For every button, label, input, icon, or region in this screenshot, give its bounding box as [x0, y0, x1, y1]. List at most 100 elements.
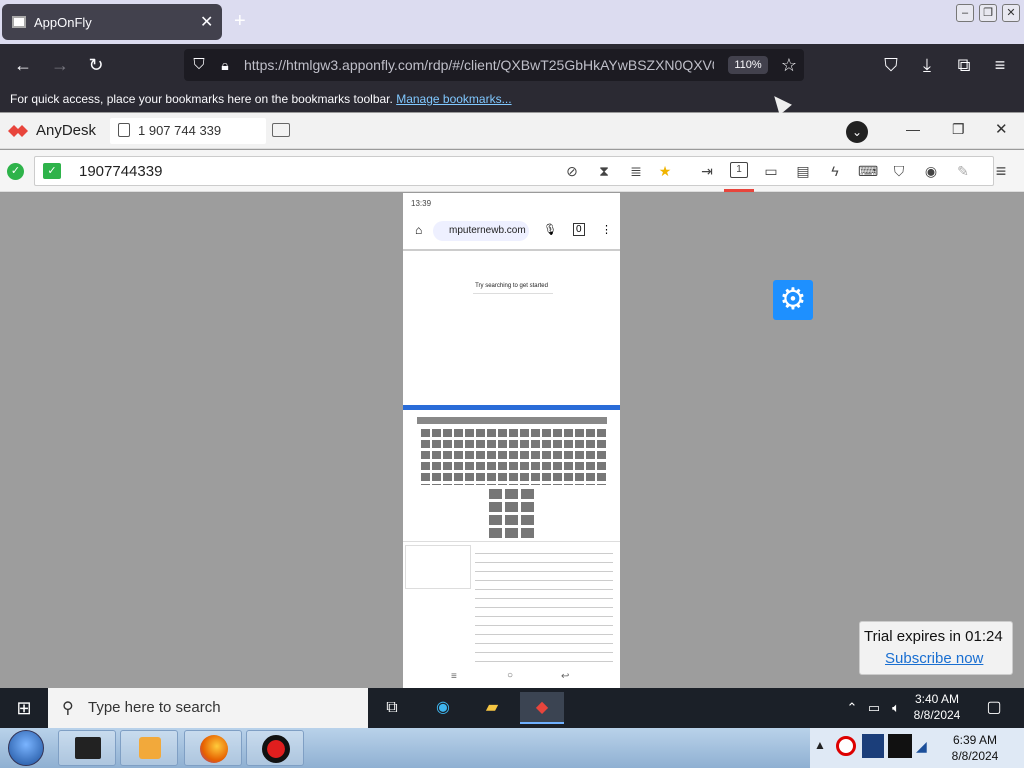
phone-toolbar-row: [417, 417, 607, 424]
taskbar-search-placeholder: Type here to search: [88, 699, 221, 716]
phone-screen[interactable]: 13:39 ⌂ mputernewb.com 🎙︎ 0 ⋮ Try search…: [403, 193, 620, 688]
record-icon[interactable]: ◉: [922, 162, 940, 180]
media-player-icon: [139, 737, 161, 759]
url-bar[interactable]: ⛉ 🔒︎ https://htmlgw3.apponfly.com/rdp/#/…: [184, 49, 804, 81]
remote-desktop-view[interactable]: 13:39 ⌂ mputernewb.com 🎙︎ 0 ⋮ Try search…: [0, 193, 1024, 688]
task-view-icon[interactable]: ⧉: [376, 692, 408, 724]
anydesk-menu-down-icon[interactable]: ⌄: [846, 121, 868, 143]
active-tab-indicator: [724, 189, 754, 192]
taskbar-search-box[interactable]: ⚲ Type here to search: [48, 688, 368, 728]
tray-app-2-icon[interactable]: [862, 734, 884, 758]
notifications-icon[interactable]: ▢: [978, 692, 1010, 724]
browser-tab[interactable]: AppOnFly ✕: [2, 4, 222, 40]
tray-app-4-icon[interactable]: ◢: [916, 738, 927, 755]
whiteboard-pen-icon[interactable]: ✎: [954, 162, 972, 180]
new-session-icon[interactable]: [272, 123, 290, 137]
shield-icon[interactable]: ⛉: [186, 52, 212, 78]
anydesk-session-tab[interactable]: 1 907 744 339: [110, 118, 266, 144]
restore-icon[interactable]: ❐: [979, 4, 997, 22]
close-window-icon[interactable]: ✕: [1002, 4, 1020, 22]
anydesk-address-bar[interactable]: ✓ 1907744339: [34, 156, 994, 186]
trial-notice: Trial expires in 01:24 Subscribe now: [859, 621, 1013, 675]
taskbar-date: 8/8/2024: [913, 708, 961, 722]
phone-numpad[interactable]: [489, 489, 534, 539]
anydesk-taskbar-icon[interactable]: ◆: [520, 692, 564, 724]
bookmark-star-icon[interactable]: ☆: [776, 52, 802, 78]
bookmarks-message: For quick access, place your bookmarks h…: [10, 92, 393, 106]
favorite-star-icon[interactable]: ★: [656, 162, 674, 180]
phone-recents-icon[interactable]: ≡: [451, 671, 457, 682]
anydesk-hamburger-icon[interactable]: ≡: [992, 162, 1010, 180]
phone-onscreen-keyboard[interactable]: [421, 429, 607, 485]
keyboard-icon[interactable]: ⌨: [858, 162, 878, 180]
local-clock[interactable]: 6:39 AM 8/8/2024: [940, 732, 1010, 764]
subscribe-link[interactable]: Subscribe now: [885, 650, 983, 667]
back-icon[interactable]: ←: [10, 52, 36, 78]
tray-app-3-icon[interactable]: [888, 734, 912, 758]
lock-icon[interactable]: 🔒︎: [212, 52, 238, 78]
browser-tab-strip: AppOnFly ✕ + – ❐ ✕: [0, 0, 1024, 44]
anydesk-logo-icon: [8, 125, 28, 137]
phone-back-icon[interactable]: ↩: [561, 671, 569, 682]
download-icon[interactable]: ⤓: [914, 52, 940, 78]
windows7-start-orb-icon[interactable]: [8, 730, 44, 766]
phone-tabs-icon[interactable]: 0: [573, 223, 585, 236]
tab-title: AppOnFly: [34, 15, 92, 30]
anydesk-toolbar: ✓ ✓ 1907744339 ⊘ ⧗ ≣ ★ ⇥ 1 ▭ ▤ ϟ ⌨ ⛉ ◉ ✎…: [0, 150, 1024, 192]
minimize-icon[interactable]: –: [956, 4, 974, 22]
taskbar-clock[interactable]: 3:40 AM 8/8/2024: [902, 691, 972, 723]
action-bolt-icon[interactable]: ϟ: [826, 162, 844, 180]
close-tab-icon[interactable]: ✕: [200, 12, 213, 32]
reload-icon[interactable]: ↻: [83, 52, 109, 78]
tray-app-icon[interactable]: [836, 736, 856, 756]
tray7-expand-icon[interactable]: ▲: [814, 738, 826, 752]
database-icon[interactable]: ≣: [627, 162, 645, 180]
url-text[interactable]: https://htmlgw3.apponfly.com/rdp/#/clien…: [244, 57, 714, 73]
phone-home-nav-icon[interactable]: ○: [507, 670, 513, 681]
phone-mic-icon[interactable]: 🎙︎: [543, 223, 557, 236]
anydesk-address-text[interactable]: 1907744339: [79, 163, 162, 180]
search-icon: ⚲: [62, 700, 74, 717]
file-explorer-icon[interactable]: ▰: [476, 692, 508, 724]
phone-divider-2: [403, 541, 620, 542]
pocket-icon[interactable]: ⛉: [878, 52, 904, 78]
anydesk-close-icon[interactable]: ✕: [995, 120, 1008, 138]
black-box-icon: [75, 737, 101, 759]
settings-gear-icon[interactable]: ⚙: [773, 280, 813, 320]
local-date: 8/8/2024: [951, 749, 999, 763]
new-tab-icon[interactable]: +: [234, 10, 246, 33]
phone-address-bar[interactable]: mputernewb.com: [433, 221, 529, 241]
menu-icon[interactable]: ≡: [987, 52, 1013, 78]
windows-taskbar: ⊞ ⚲ Type here to search ⧉ ◉ ▰ ◆ ⌃ ▭ 🔈︎ 3…: [0, 688, 1024, 728]
windows-start-icon[interactable]: ⊞: [8, 692, 40, 724]
phone-menu-icon[interactable]: ⋮: [601, 223, 612, 236]
phone-side-panel: [405, 545, 471, 589]
local-time: 6:39 AM: [952, 733, 998, 747]
firefox-icon: [200, 735, 228, 763]
tab-favicon-icon: [12, 16, 26, 28]
privacy-icon[interactable]: ⊘: [563, 162, 581, 180]
task-app-firefox[interactable]: [184, 730, 242, 766]
record-app-icon: [262, 735, 290, 763]
task-app-2[interactable]: [120, 730, 178, 766]
permissions-icon[interactable]: ⛉: [890, 162, 908, 180]
task-app-1[interactable]: [58, 730, 116, 766]
hourglass-icon[interactable]: ⧗: [595, 162, 613, 180]
chat-icon[interactable]: ▤: [794, 162, 812, 180]
task-app-recorder[interactable]: [246, 730, 304, 766]
anydesk-titlebar: AnyDesk 1 907 744 339 ⌄ — ❐ ✕: [0, 113, 1024, 149]
session-tab-label: 1 907 744 339: [138, 123, 222, 138]
anydesk-restore-icon[interactable]: ❐: [952, 121, 965, 138]
edge-icon[interactable]: ◉: [427, 692, 459, 724]
display-icon[interactable]: ▭: [762, 162, 780, 180]
taskbar-time: 3:40 AM: [914, 692, 960, 706]
anydesk-minimize-icon[interactable]: —: [906, 121, 920, 137]
extensions-icon[interactable]: ⧉: [951, 52, 977, 78]
session-icon: [118, 123, 130, 137]
file-transfer-icon[interactable]: ⇥: [698, 162, 716, 180]
zoom-level[interactable]: 110%: [728, 56, 768, 74]
monitor-one-icon[interactable]: 1: [730, 162, 748, 178]
manage-bookmarks-link[interactable]: Manage bookmarks...: [396, 92, 511, 106]
forward-icon[interactable]: →: [47, 52, 73, 78]
phone-home-icon[interactable]: ⌂: [415, 223, 422, 237]
